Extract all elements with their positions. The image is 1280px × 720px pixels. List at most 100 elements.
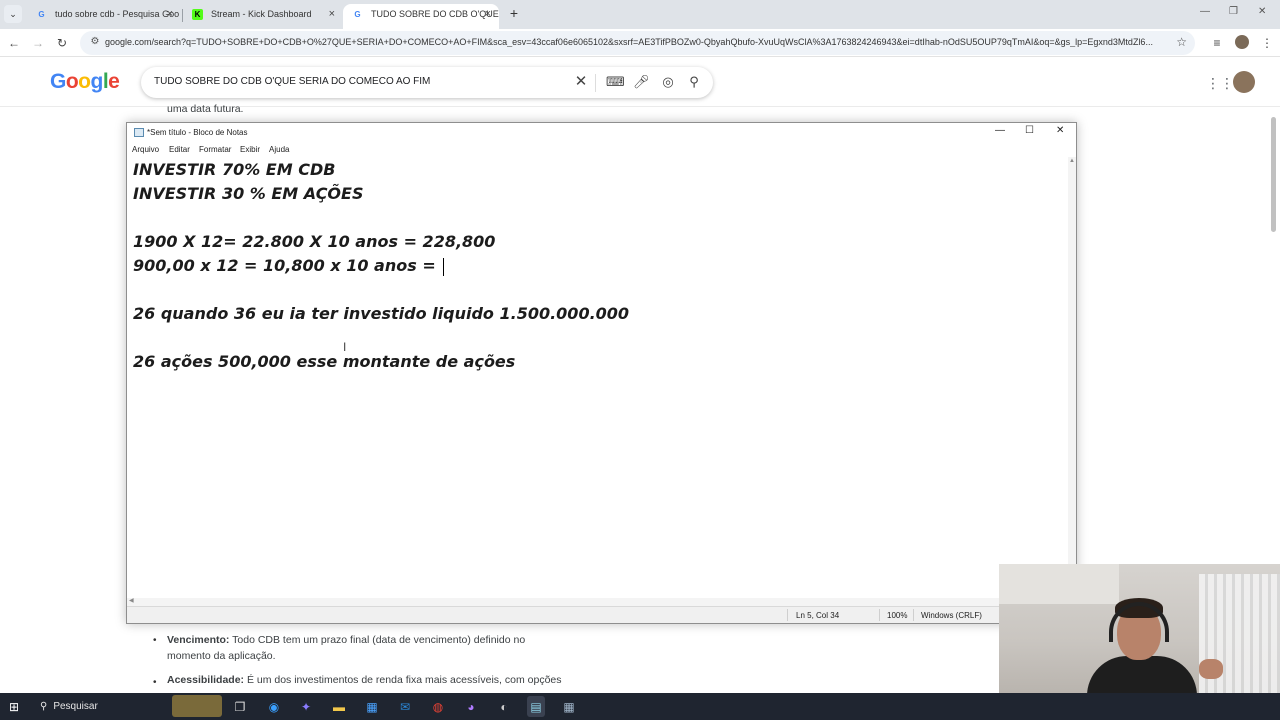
tab-title: TUDO SOBRE DO CDB O'QUE S — [371, 9, 499, 19]
text-line: INVESTIR 70% EM CDB — [133, 160, 336, 179]
status-separator — [913, 609, 914, 621]
bullet-icon: • — [153, 635, 157, 646]
text-line: 1900 X 12= 22.800 X 10 anos = 228,800 — [133, 232, 496, 251]
widgets-icon[interactable] — [172, 695, 222, 717]
menu-exibir[interactable]: Exibir — [240, 145, 260, 154]
copilot-icon[interactable]: ✦ — [298, 699, 314, 715]
bookmark-star-icon[interactable]: ☆ — [1176, 35, 1187, 49]
search-query[interactable]: TUDO SOBRE DO CDB O'QUE SERIA DO COMECO … — [154, 76, 430, 87]
windows-start-icon[interactable]: ⊞ — [9, 700, 19, 714]
site-info-icon[interactable]: ⚙ — [88, 35, 102, 49]
microphone-icon[interactable]: 🎤︎ — [633, 74, 650, 90]
restore-icon[interactable]: ❐ — [1229, 6, 1238, 17]
horizontal-scrollbar[interactable]: ◀ — [127, 598, 1069, 606]
menu-arquivo[interactable]: Arquivo — [132, 145, 159, 154]
text-line: 26 quando 36 eu ia ter investido liquido… — [133, 304, 630, 323]
chrome-icon[interactable]: ◍ — [430, 699, 446, 715]
taskbar-search[interactable]: ⚲ Pesquisar — [40, 701, 98, 712]
lens-icon[interactable]: ◎ — [660, 74, 676, 90]
text-caret — [443, 257, 445, 276]
store-icon[interactable]: ▦ — [364, 699, 380, 715]
notepad-text-area[interactable]: INVESTIR 70% EM CDB INVESTIR 30 % EM AÇÕ… — [127, 157, 1069, 598]
notepad-title: *Sem título - Bloco de Notas — [147, 128, 248, 137]
tab-tudo-sobre-cdb[interactable]: G tudo sobre cdb - Pesquisa Goo × — [27, 4, 181, 29]
reload-icon[interactable]: ↻ — [54, 35, 70, 51]
account-avatar[interactable] — [1233, 71, 1255, 93]
close-icon[interactable]: × — [485, 4, 491, 25]
address-bar[interactable]: ⚙ google.com/search?q=TUDO+SOBRE+DO+CDB+… — [80, 31, 1195, 55]
discord-icon[interactable]: ◕ — [463, 699, 479, 715]
scroll-up-icon[interactable]: ▲ — [1069, 158, 1075, 164]
text-line-current: 900,00 x 12 = 10,800 x 10 anos = — [133, 256, 445, 276]
back-icon[interactable]: ← — [6, 35, 22, 51]
bullet-icon: • — [153, 677, 157, 688]
text-line: 26 ações 500,000 esse montante de ações — [133, 352, 516, 371]
bullet-vencimento: Vencimento: Todo CDB tem um prazo final … — [167, 632, 587, 664]
search-icon: ⚲ — [40, 701, 48, 712]
close-icon[interactable]: × — [167, 4, 173, 25]
tab-kick-dashboard[interactable]: K Stream - Kick Dashboard × — [183, 4, 343, 29]
search-box[interactable]: TUDO SOBRE DO CDB O'QUE SERIA DO COMECO … — [141, 67, 713, 98]
webcam-background-shelf — [999, 564, 1119, 604]
keyboard-icon[interactable]: ⌨ — [606, 74, 625, 90]
close-icon[interactable]: ✕ — [1056, 125, 1064, 136]
webcam-person-body — [1087, 656, 1197, 693]
google-logo[interactable]: Google — [50, 70, 120, 94]
obs-icon[interactable]: ◐ — [496, 699, 512, 715]
text-line: INVESTIR 30 % EM AÇÕES — [133, 184, 364, 203]
calculator-icon[interactable]: ▦ — [561, 699, 577, 715]
status-separator — [879, 609, 880, 621]
bullet-term: Acessibilidade: — [167, 674, 245, 686]
reading-list-icon[interactable]: ≡ — [1209, 35, 1225, 51]
browser-toolbar: ← → ↻ ⚙ google.com/search?q=TUDO+SOBRE+D… — [0, 29, 1280, 57]
tab-search-button[interactable]: ⌄ — [4, 5, 22, 23]
edge-icon[interactable]: ◉ — [266, 699, 282, 715]
result-snippet: uma data futura. — [167, 103, 244, 115]
status-position: Ln 5, Col 34 — [796, 611, 840, 620]
bullet-term: Vencimento: — [167, 634, 230, 646]
browser-tab-strip: ⌄ G tudo sobre cdb - Pesquisa Goo × K St… — [0, 0, 1280, 29]
scroll-left-icon[interactable]: ◀ — [129, 597, 134, 604]
tab-tudo-sobre-do-cdb[interactable]: G TUDO SOBRE DO CDB O'QUE S × — [343, 4, 499, 29]
task-view-icon[interactable]: ❐ — [232, 699, 248, 715]
notepad-titlebar[interactable]: *Sem título - Bloco de Notas — ☐ ✕ — [127, 123, 1076, 143]
text-line: 900,00 x 12 = 10,800 x 10 anos = — [133, 256, 442, 275]
status-separator — [787, 609, 788, 621]
more-menu-icon[interactable]: ⋮ — [1259, 35, 1275, 51]
search-icon[interactable]: ⚲ — [686, 74, 702, 90]
minimize-icon[interactable]: — — [995, 125, 1005, 136]
new-tab-button[interactable]: + — [505, 4, 523, 22]
maximize-icon[interactable]: ☐ — [1025, 125, 1034, 136]
tab-title: Stream - Kick Dashboard — [211, 9, 312, 19]
search-divider — [595, 74, 596, 92]
notepad-menubar: Arquivo Editar Formatar Exibir Ajuda — [127, 143, 1076, 157]
bullet-text: Todo CDB tem um prazo final (data de ven… — [229, 634, 526, 646]
close-window-icon[interactable]: ✕ — [1258, 6, 1266, 17]
kick-icon: K — [192, 9, 203, 20]
menu-ajuda[interactable]: Ajuda — [269, 145, 289, 154]
menu-formatar[interactable]: Formatar — [199, 145, 231, 154]
file-explorer-icon[interactable]: ▬ — [331, 699, 347, 715]
menu-editar[interactable]: Editar — [169, 145, 190, 154]
status-zoom: 100% — [887, 611, 908, 620]
text-cursor-icon: I — [343, 340, 347, 354]
profile-avatar[interactable] — [1235, 35, 1249, 49]
status-line-ending: Windows (CRLF) — [921, 611, 982, 620]
clear-icon[interactable]: ✕ — [573, 74, 589, 90]
bullet-text: É um dos investimentos de renda fixa mai… — [244, 674, 562, 686]
close-icon[interactable]: × — [329, 4, 335, 25]
webcam-person-hand — [1199, 659, 1223, 679]
minimize-icon[interactable]: — — [1200, 6, 1210, 17]
notepad-taskbar-icon[interactable]: ▤ — [528, 699, 544, 715]
taskbar-search-label: Pesquisar — [53, 701, 98, 712]
google-icon: G — [354, 10, 361, 19]
vertical-scrollbar[interactable]: ▲ — [1068, 157, 1076, 598]
windows-taskbar: ⊞ ⚲ Pesquisar ❐ ◉ ✦ ▬ ▦ ✉ ◍ ◕ ◐ ▤ ▦ — [0, 693, 1280, 720]
page-scrollbar[interactable] — [1271, 117, 1276, 232]
url-text: google.com/search?q=TUDO+SOBRE+DO+CDB+O%… — [105, 37, 1153, 47]
mail-icon[interactable]: ✉ — [397, 699, 413, 715]
notepad-window: *Sem título - Bloco de Notas — ☐ ✕ Arqui… — [126, 122, 1077, 624]
bullet-acessibilidade: Acessibilidade: É um dos investimentos d… — [167, 672, 587, 688]
google-icon: G — [38, 10, 45, 19]
forward-icon[interactable]: → — [30, 35, 46, 51]
